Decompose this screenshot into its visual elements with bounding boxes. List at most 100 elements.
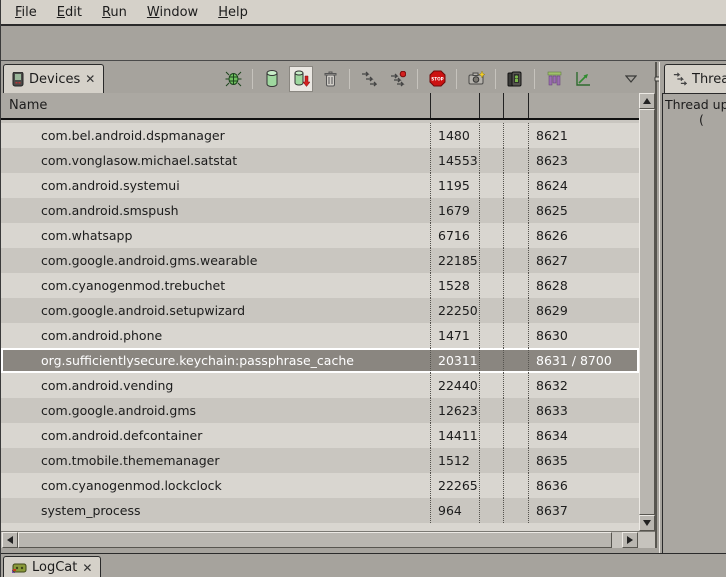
process-row[interactable]: com.android.vending 22440 8632 bbox=[1, 373, 639, 398]
scroll-up-icon[interactable] bbox=[639, 93, 655, 109]
tab-logcat-label: LogCat bbox=[32, 560, 77, 575]
process-name: com.whatsapp bbox=[1, 223, 431, 248]
svg-text:STOP: STOP bbox=[431, 76, 444, 81]
process-row[interactable]: system_process 964 8637 bbox=[1, 498, 639, 523]
tab-devices-label: Devices bbox=[29, 72, 80, 87]
process-name: com.google.android.setupwizard bbox=[1, 298, 431, 323]
process-name: com.android.vending bbox=[1, 373, 431, 398]
toolbar-separator bbox=[252, 69, 253, 89]
menu-window[interactable]: Window bbox=[137, 2, 208, 23]
process-pid: 1679 bbox=[431, 198, 480, 223]
process-row[interactable]: com.bel.android.dspmanager 1480 8621 bbox=[1, 123, 639, 148]
tab-threads-label: Threads bbox=[692, 72, 726, 87]
vertical-scrollbar[interactable] bbox=[639, 93, 655, 531]
process-pid: 1195 bbox=[431, 173, 480, 198]
process-port: 8635 bbox=[529, 448, 639, 473]
cause-gc-icon[interactable] bbox=[318, 66, 342, 92]
process-row[interactable]: com.google.android.gms 12623 8633 bbox=[1, 398, 639, 423]
process-port: 8623 bbox=[529, 148, 639, 173]
process-row[interactable]: com.tmobile.thememanager 1512 8635 bbox=[1, 448, 639, 473]
process-row[interactable]: com.whatsapp 6716 8626 bbox=[1, 223, 639, 248]
devices-toolbar: STOP bbox=[221, 64, 701, 93]
process-name: com.tmobile.thememanager bbox=[1, 448, 431, 473]
process-name: com.google.android.gms.wearable bbox=[1, 248, 431, 273]
process-pid: 6716 bbox=[431, 223, 480, 248]
process-port: 8630 bbox=[529, 323, 639, 348]
logcat-icon bbox=[12, 562, 27, 574]
devices-tabbar: Devices ✕ bbox=[1, 62, 655, 93]
process-port: 8628 bbox=[529, 273, 639, 298]
view-menu-icon[interactable] bbox=[619, 66, 643, 92]
update-heap-icon[interactable] bbox=[260, 66, 284, 92]
device-phone-icon bbox=[12, 72, 24, 87]
device-table-body: com.bel.android.dspmanager 1480 8621 com… bbox=[1, 120, 639, 531]
tab-devices-close-icon[interactable]: ✕ bbox=[85, 72, 95, 86]
process-name: com.cyanogenmod.trebuchet bbox=[1, 273, 431, 298]
main-toolbar-strip bbox=[1, 28, 726, 61]
vertical-scrollbar-thumb[interactable] bbox=[639, 109, 655, 515]
screen-capture-icon[interactable] bbox=[464, 66, 488, 92]
tab-devices[interactable]: Devices ✕ bbox=[3, 64, 104, 93]
threads-message-line1: Thread up bbox=[665, 97, 726, 112]
process-pid: 22250 bbox=[431, 298, 480, 323]
process-port: 8625 bbox=[529, 198, 639, 223]
process-name: org.sufficientlysecure.keychain:passphra… bbox=[1, 348, 431, 373]
column-header-empty2[interactable] bbox=[504, 93, 529, 118]
horizontal-scrollbar-thumb[interactable] bbox=[18, 532, 612, 548]
toolbar-separator bbox=[534, 69, 535, 89]
process-pid: 22440 bbox=[431, 373, 480, 398]
process-row[interactable]: com.android.systemui 1195 8624 bbox=[1, 173, 639, 198]
device-view-icon[interactable] bbox=[503, 66, 527, 92]
process-port: 8627 bbox=[529, 248, 639, 273]
process-name: com.android.phone bbox=[1, 323, 431, 348]
hierarchy-view-icon[interactable] bbox=[542, 66, 566, 92]
scroll-right-icon[interactable] bbox=[622, 532, 638, 548]
scroll-left-icon[interactable] bbox=[2, 532, 18, 548]
column-header-empty1[interactable] bbox=[480, 93, 504, 118]
stop-process-icon[interactable]: STOP bbox=[425, 66, 449, 92]
threads-message: Thread up ( bbox=[662, 93, 726, 553]
column-header-pid[interactable] bbox=[431, 93, 480, 118]
process-row[interactable]: com.vonglasow.michael.satstat 14553 8623 bbox=[1, 148, 639, 173]
update-threads-icon[interactable] bbox=[357, 66, 381, 92]
tab-logcat-close-icon[interactable]: ✕ bbox=[82, 561, 92, 575]
process-port: 8626 bbox=[529, 223, 639, 248]
tab-logcat[interactable]: LogCat ✕ bbox=[3, 556, 101, 577]
scroll-down-icon[interactable] bbox=[639, 515, 655, 531]
logcat-bar: LogCat ✕ bbox=[1, 553, 726, 577]
debug-process-icon[interactable] bbox=[221, 66, 245, 92]
menu-file[interactable]: File bbox=[5, 2, 47, 23]
process-row[interactable]: com.cyanogenmod.lockclock 22265 8636 bbox=[1, 473, 639, 498]
horizontal-scrollbar[interactable] bbox=[1, 531, 655, 548]
process-name: com.vonglasow.michael.satstat bbox=[1, 148, 431, 173]
process-row[interactable]: com.google.android.gms.wearable 22185 86… bbox=[1, 248, 639, 273]
column-header-name[interactable]: Name bbox=[1, 93, 431, 118]
dump-hprof-icon[interactable] bbox=[289, 66, 313, 92]
threads-tabbar: Threads bbox=[660, 62, 726, 93]
tab-threads[interactable]: Threads bbox=[664, 64, 726, 93]
start-method-profiling-icon[interactable] bbox=[386, 66, 410, 92]
process-pid: 1528 bbox=[431, 273, 480, 298]
process-pid: 14553 bbox=[431, 148, 480, 173]
process-name: com.google.android.gms bbox=[1, 398, 431, 423]
process-row[interactable]: com.android.defcontainer 14411 8634 bbox=[1, 423, 639, 448]
process-row[interactable]: org.sufficientlysecure.keychain:passphra… bbox=[1, 348, 639, 373]
process-row[interactable]: com.android.smspush 1679 8625 bbox=[1, 198, 639, 223]
process-row[interactable]: com.cyanogenmod.trebuchet 1528 8628 bbox=[1, 273, 639, 298]
toolbar-separator bbox=[417, 69, 418, 89]
threads-message-line2: ( bbox=[665, 112, 726, 127]
process-name: com.android.defcontainer bbox=[1, 423, 431, 448]
ddms-window: File Edit Run Window Help bbox=[0, 0, 726, 577]
menu-edit[interactable]: Edit bbox=[47, 2, 92, 23]
systrace-icon[interactable] bbox=[571, 66, 595, 92]
column-header-port[interactable] bbox=[529, 93, 639, 118]
device-table-header: Name bbox=[1, 93, 639, 120]
menu-help[interactable]: Help bbox=[208, 2, 258, 23]
process-row[interactable]: com.google.android.setupwizard 22250 862… bbox=[1, 298, 639, 323]
process-port: 8636 bbox=[529, 473, 639, 498]
process-port: 8631 / 8700 bbox=[529, 348, 639, 373]
devices-panel: Devices ✕ bbox=[1, 62, 657, 553]
process-row[interactable]: com.android.phone 1471 8630 bbox=[1, 323, 639, 348]
process-pid: 964 bbox=[431, 498, 480, 523]
menu-run[interactable]: Run bbox=[92, 2, 137, 23]
